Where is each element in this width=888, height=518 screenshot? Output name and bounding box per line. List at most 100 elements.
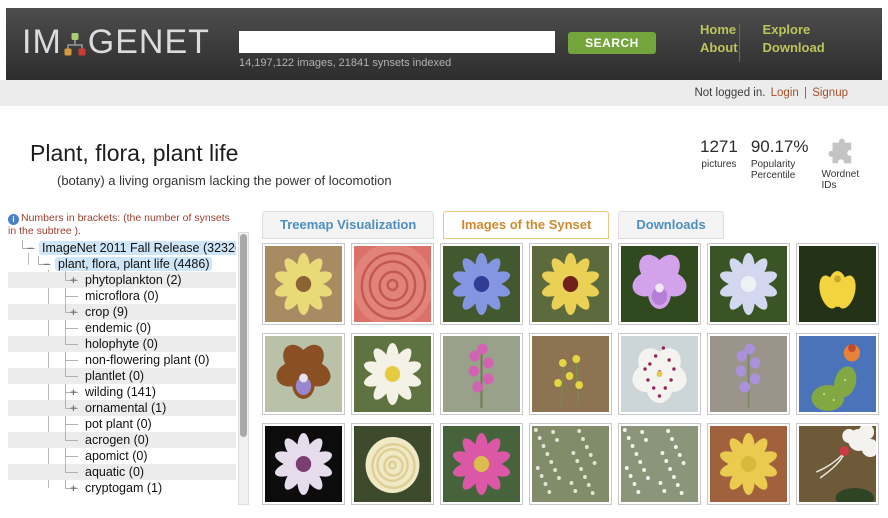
synset-image-small-purple-flowers[interactable] — [707, 333, 790, 415]
synset-image-yellow-cactus-flower-red-soil[interactable] — [707, 423, 790, 505]
tree-node-plant-flora-plant-life[interactable]: −plant, flora, plant life (4486) — [8, 256, 236, 272]
tree-node-label[interactable]: microflora (0) — [82, 289, 162, 303]
tree-node-label[interactable]: aquatic (0) — [82, 465, 147, 479]
tree-node-crop[interactable]: + crop (9) — [8, 304, 236, 320]
tree-node-label[interactable]: wilding (141) — [82, 385, 159, 399]
tree-node-label[interactable]: ornamental (1) — [82, 401, 169, 415]
synset-image-purple-orchid[interactable] — [618, 243, 701, 325]
collapse-toggle-icon[interactable]: − — [42, 257, 51, 273]
tab-treemap-visualization[interactable]: Treemap Visualization — [262, 211, 434, 239]
pictures-label: pictures — [700, 159, 738, 170]
popularity-label-1: Popularity — [751, 159, 795, 170]
synset-image-red-rose-closeup[interactable] — [351, 243, 434, 325]
tree-node-label[interactable]: cryptogam (1) — [82, 481, 165, 495]
synset-image-cream-rose[interactable] — [351, 423, 434, 505]
expand-toggle-icon[interactable]: + — [69, 401, 78, 417]
tree-node-endemic[interactable]: endemic (0) — [8, 320, 236, 336]
synset-image-pink-wild-rose[interactable] — [440, 423, 523, 505]
tree-connector-icon — [65, 352, 78, 361]
tree-node-label[interactable]: phytoplankton (2) — [82, 273, 185, 287]
tree-node-aquatic[interactable]: aquatic (0) — [8, 464, 236, 480]
synset-definition: (botany) a living organism lacking the p… — [57, 173, 392, 188]
tree-node-acrogen[interactable]: acrogen (0) — [8, 432, 236, 448]
search-input[interactable] — [239, 31, 555, 53]
tree-node-microflora[interactable]: microflora (0) — [8, 288, 236, 304]
tree-node-cryptogam[interactable]: + cryptogam (1) — [8, 480, 236, 496]
synset-image-white-meadow-flowers[interactable] — [618, 423, 701, 505]
tree-node-ornamental[interactable]: + ornamental (1) — [8, 400, 236, 416]
tree-node-holophyte[interactable]: holophyte (0) — [8, 336, 236, 352]
tree-node-phytoplankton[interactable]: + phytoplankton (2) — [8, 272, 236, 288]
tree-node-label[interactable]: plantlet (0) — [82, 369, 147, 383]
tree-node-label[interactable]: ImageNet 2011 Fall Release (32326) — [39, 241, 236, 255]
login-separator: | — [804, 87, 807, 99]
expand-toggle-icon[interactable]: + — [69, 273, 78, 289]
tree-node-wilding[interactable]: + wilding (141) — [8, 384, 236, 400]
wordnet-label-1: Wordnet — [822, 169, 860, 180]
synset-image-pale-periwinkle[interactable] — [707, 243, 790, 325]
tree-node-label[interactable]: pot plant (0) — [82, 417, 155, 431]
header-bar: IM GENET 14,197,122 images, 21841 synset… — [6, 8, 882, 80]
nav-about[interactable]: About — [700, 40, 738, 55]
expand-toggle-icon[interactable]: + — [69, 481, 78, 497]
expand-toggle-icon[interactable]: + — [69, 305, 78, 321]
tree-scrollbar-thumb[interactable] — [240, 234, 247, 437]
nav-download[interactable]: Download — [763, 40, 825, 55]
tree-node-apomict[interactable]: apomict (0) — [8, 448, 236, 464]
login-bar: Not logged in. Login | Signup — [0, 80, 888, 106]
synset-stats: 1271 pictures 90.17% Popularity Percenti… — [700, 137, 859, 191]
tree-node-label[interactable]: plant, flora, plant life (4486) — [55, 257, 212, 271]
search-button[interactable]: SEARCH — [568, 32, 656, 54]
imagenet-tree-icon — [63, 32, 87, 58]
nav-explore[interactable]: Explore — [763, 22, 825, 37]
nav-home[interactable]: Home — [700, 22, 738, 37]
pictures-count: 1271 — [700, 137, 738, 157]
synset-image-prickly-pear-cactus-bloom[interactable] — [796, 333, 879, 415]
synset-image-spotted-white-orchid[interactable] — [618, 333, 701, 415]
expand-toggle-icon[interactable]: + — [69, 385, 78, 401]
logo-text-genet: GENET — [88, 23, 210, 62]
tree-node-plantlet[interactable]: plantlet (0) — [8, 368, 236, 384]
synset-image-white-flower-in-grass[interactable] — [351, 333, 434, 415]
tree-node-label[interactable]: apomict (0) — [82, 449, 151, 463]
login-link[interactable]: Login — [771, 87, 799, 99]
pictures-stat: 1271 pictures — [700, 137, 738, 170]
synset-image-maroon-orchid[interactable] — [262, 333, 345, 415]
synset-image-white-mallow-on-black[interactable] — [262, 423, 345, 505]
synset-image-pink-gladiolus-spike[interactable] — [440, 333, 523, 415]
tree-node-pot-plant[interactable]: pot plant (0) — [8, 416, 236, 432]
tree-node-label[interactable]: holophyte (0) — [82, 337, 161, 351]
imagenet-logo[interactable]: IM GENET — [22, 23, 210, 62]
synset-image-yellow-daisy-on-soil[interactable] — [262, 243, 345, 325]
tab-downloads[interactable]: Downloads — [618, 211, 723, 239]
synset-image-meadow-tiny-flowers[interactable] — [529, 423, 612, 505]
tree-node-imagenet-2011-fall-release[interactable]: −ImageNet 2011 Fall Release (32326) — [8, 240, 236, 256]
tree-connector-icon — [65, 288, 78, 297]
tree-node-label[interactable]: non-flowering plant (0) — [82, 353, 212, 367]
synset-image-blue-cornflower[interactable] — [440, 243, 523, 325]
tree-scrollbar-track[interactable] — [238, 232, 249, 505]
synset-image-white-flower-red-stamens[interactable] — [796, 423, 879, 505]
header-nav: Home Explore About Download — [700, 22, 825, 55]
tree-node-label[interactable]: acrogen (0) — [82, 433, 152, 447]
tab-images-of-the-synset[interactable]: Images of the Synset — [443, 211, 609, 239]
synset-image-yellow-flower-dark-center[interactable] — [529, 243, 612, 325]
imagenet-synset-page: IM GENET 14,197,122 images, 21841 synset… — [0, 0, 888, 518]
wordnet-ids-link[interactable]: Wordnet IDs — [822, 137, 860, 191]
wordnet-label-2: IDs — [822, 180, 837, 191]
tree-node-label[interactable]: endemic (0) — [82, 321, 154, 335]
tree-node-label[interactable]: crop (9) — [82, 305, 131, 319]
collapse-toggle-icon[interactable]: − — [26, 241, 35, 257]
subtree-note: iNumbers in brackets: (the number of syn… — [8, 212, 234, 237]
logo-text-im: IM — [22, 23, 62, 62]
tree-connector-icon — [65, 464, 78, 473]
synset-image-yellow-tulip[interactable] — [796, 243, 879, 325]
synset-tabs: Treemap Visualization Images of the Syns… — [262, 211, 724, 239]
signup-link[interactable]: Signup — [812, 87, 848, 99]
tree-node-non-flowering-plant[interactable]: non-flowering plant (0) — [8, 352, 236, 368]
tree-connector-icon — [65, 432, 78, 441]
synset-image-small-yellow-flowers-on-soil[interactable] — [529, 333, 612, 415]
tree-connector-icon — [65, 320, 78, 329]
synset-tree: −ImageNet 2011 Fall Release (32326)−plan… — [8, 240, 236, 498]
subtree-note-text: Numbers in brackets: (the number of syns… — [8, 212, 230, 237]
